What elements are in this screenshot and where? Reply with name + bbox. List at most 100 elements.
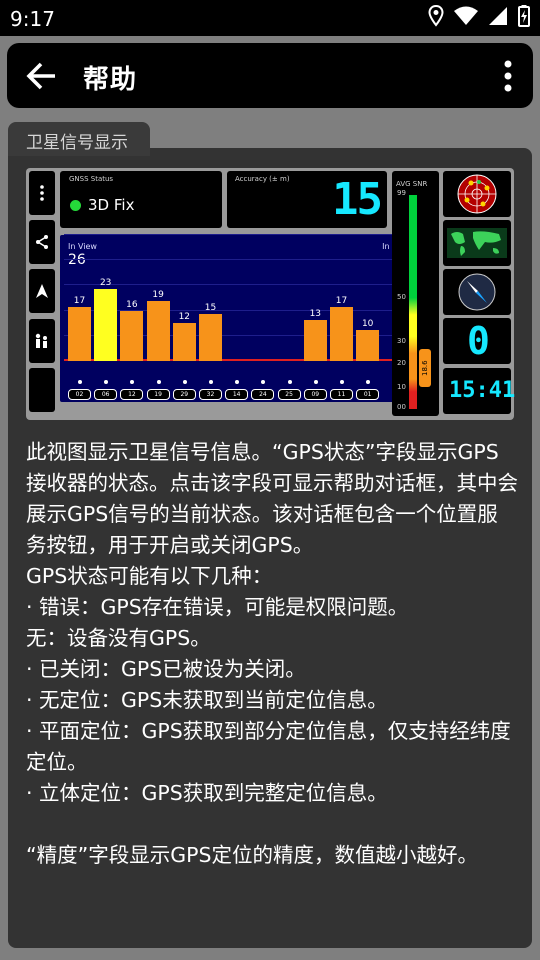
gnss-status-panel: GNSS Status 3D Fix [60, 171, 222, 228]
accuracy-label: Accuracy (± m) [235, 175, 290, 183]
world-map-panel [443, 220, 511, 266]
help-paragraph: · 错误：GPS存在错误，可能是权限问题。 [26, 595, 409, 619]
satellite-prn-label: 12 [120, 389, 144, 400]
snr-level-bar [409, 195, 417, 409]
help-paragraph: “精度”字段显示GPS定位的精度，数值越小越好。 [26, 843, 478, 867]
section-tab: 卫星信号显示 [8, 122, 150, 156]
side-menu-button [29, 171, 55, 215]
satellite-prn-label: 19 [146, 389, 170, 400]
satellite-prn-label: 01 [356, 389, 380, 400]
more-vert-icon [40, 185, 44, 201]
world-map-icon [447, 228, 507, 258]
satellite-prn-label: 02 [68, 389, 91, 400]
side-navigation-button [29, 269, 55, 313]
share-icon [36, 235, 48, 249]
bar-value-label: 10 [361, 318, 374, 329]
status-time: 9:17 [10, 7, 55, 31]
fix-indicator [70, 200, 81, 211]
gnss-status-value: 3D Fix [88, 196, 135, 214]
in-view-label: In View [68, 242, 97, 251]
chart-gridline [64, 259, 411, 261]
help-paragraph: · 立体定位：GPS获取到完整定位信息。 [26, 781, 388, 805]
battery-icon [518, 5, 530, 31]
satellite-indicator [78, 380, 82, 384]
side-share-button [29, 220, 55, 264]
moon-icon [38, 383, 45, 397]
satellite-prn-label: 11 [330, 389, 353, 400]
help-text: 此视图显示卫星信号信息。“GPS状态”字段显示GPS接收器的状态。点击该字段可显… [26, 437, 518, 871]
snr-tick-label: 00 [397, 403, 406, 411]
satellite-indicator [313, 380, 318, 384]
signal-bar [94, 288, 118, 361]
satellite-radar-icon [457, 174, 497, 214]
signal-bar-chart: In View 26 In Use 6 17022306161219191229… [60, 234, 415, 402]
signal-bar [199, 313, 222, 361]
satellite-indicator [287, 380, 292, 384]
satellite-display-screenshot: GNSS Status 3D Fix Accuracy (± m) 15 In … [26, 168, 515, 420]
bar-value-label: 15 [204, 302, 217, 313]
help-paragraph: · 无定位：GPS未获取到当前定位信息。 [26, 688, 388, 712]
side-night-mode-button [29, 368, 55, 412]
app-bar: 帮助 [7, 43, 533, 108]
avg-snr-label: AVG SNR [396, 180, 428, 188]
snr-tick-label: 10 [397, 383, 406, 391]
compass-icon [458, 273, 496, 311]
snr-tick-label: 30 [397, 337, 406, 345]
page-title: 帮助 [83, 65, 138, 95]
back-button[interactable] [25, 59, 59, 93]
bar-value-label: 19 [152, 290, 164, 301]
satellite-prn-label: 29 [172, 389, 196, 400]
signal-bar [356, 329, 380, 361]
bar-value-label: 16 [126, 299, 138, 310]
more-vert-icon [504, 60, 512, 92]
location-icon [428, 4, 444, 31]
satellite-count-panel: 0 [443, 318, 511, 364]
sky-plot-panel [443, 171, 511, 217]
satellite-count-digit: 0 [467, 319, 490, 363]
help-paragraph: GPS状态可能有以下几种： [26, 564, 273, 588]
satellite-indicator [130, 380, 135, 384]
satellite-indicator [340, 380, 344, 384]
arrow-back-icon [26, 62, 55, 90]
avg-snr-panel: AVG SNR 99 50 30 20 10 00 18.6 [392, 171, 439, 416]
accuracy-panel: Accuracy (± m) 15 [227, 171, 387, 228]
bar-value-label: 13 [309, 309, 322, 320]
clock-panel: 15:41 [443, 368, 515, 414]
satellite-prn-label: 32 [199, 389, 222, 400]
help-paragraph: 此视图显示卫星信号信息。“GPS状态”字段显示GPS接收器的状态。点击该字段可显… [26, 440, 518, 557]
people-icon [35, 333, 47, 348]
signal-icon [488, 6, 508, 30]
side-people-button [29, 319, 55, 363]
satellite-indicator [235, 380, 240, 384]
satellite-prn-label: 09 [303, 389, 327, 400]
bar-value-label: 17 [73, 296, 86, 307]
more-menu-button[interactable] [503, 60, 513, 92]
status-bar: 9:17 [0, 0, 540, 36]
satellite-indicator [209, 380, 213, 384]
status-icons [428, 4, 530, 31]
snr-avg-tag: 18.6 [419, 349, 431, 387]
compass-panel [443, 269, 511, 315]
bar-value-label: 17 [335, 296, 348, 307]
signal-bar [303, 320, 327, 361]
snr-tick-label: 50 [397, 293, 406, 301]
signal-bar [120, 310, 144, 361]
signal-bar [68, 307, 91, 361]
bar-value-label: 12 [178, 312, 191, 323]
satellite-prn-label: 06 [94, 389, 118, 400]
satellite-indicator [156, 380, 161, 384]
bar-value-label: 23 [99, 277, 112, 288]
chart-gridline [64, 234, 411, 235]
accuracy-value: 15 [332, 174, 383, 225]
signal-bar [172, 323, 196, 361]
satellite-indicator [182, 380, 187, 384]
help-paragraph: · 已关闭：GPS已被设为关闭。 [26, 657, 306, 681]
navigation-icon [36, 284, 48, 298]
satellite-prn-label: 25 [277, 389, 301, 400]
satellite-indicator [104, 380, 109, 384]
satellite-indicator [261, 380, 266, 384]
satellite-prn-label: 14 [225, 389, 249, 400]
snr-tick-label: 99 [397, 189, 406, 197]
signal-bar [330, 307, 353, 361]
